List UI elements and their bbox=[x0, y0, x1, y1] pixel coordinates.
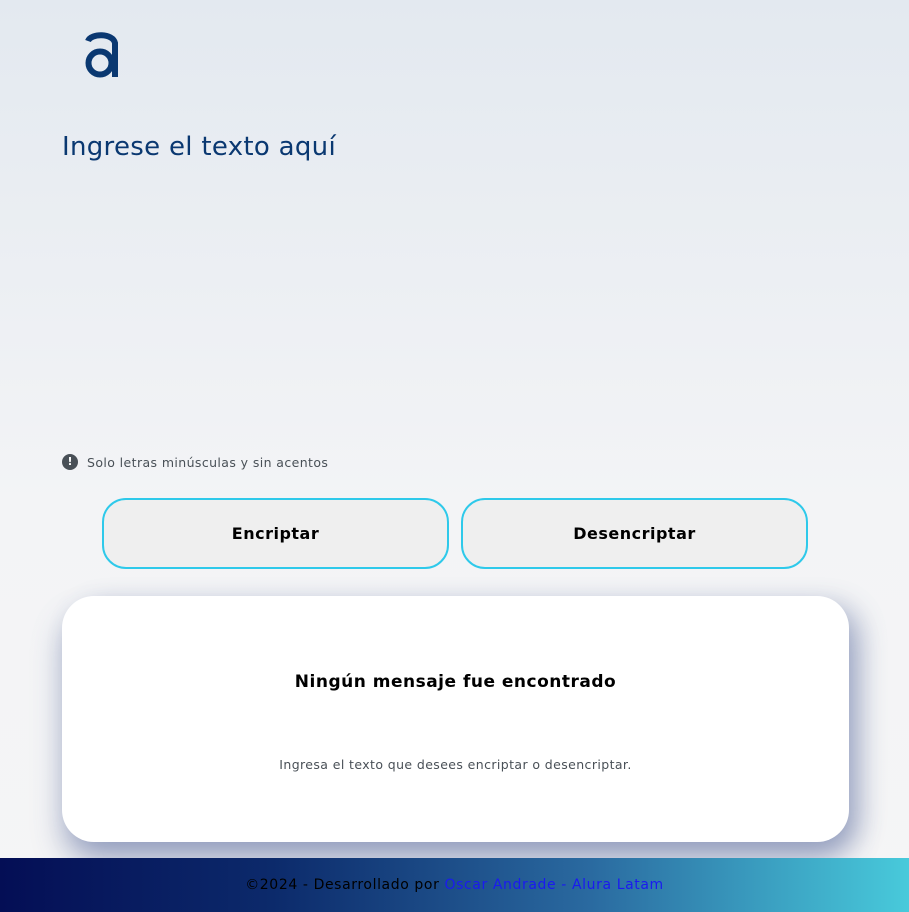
encrypt-button[interactable]: Encriptar bbox=[102, 498, 449, 569]
footer: ©2024 - Desarrollado por Oscar Andrade -… bbox=[0, 858, 909, 912]
result-title: Ningún mensaje fue encontrado bbox=[294, 672, 617, 692]
footer-author-link[interactable]: Oscar Andrade - Alura Latam bbox=[444, 877, 663, 893]
hint-text: Solo letras minúsculas y sin acentos bbox=[87, 454, 329, 470]
result-panel: Ningún mensaje fue encontrado Ingresa el… bbox=[62, 596, 849, 842]
alura-logo-icon bbox=[85, 32, 118, 78]
exclamation-circle-icon: ! bbox=[62, 454, 78, 470]
decrypt-button[interactable]: Desencriptar bbox=[461, 498, 808, 569]
footer-copyright: ©2024 - Desarrollado por bbox=[245, 877, 440, 893]
input-hint: ! Solo letras minúsculas y sin acentos bbox=[62, 454, 328, 470]
text-input[interactable] bbox=[62, 132, 842, 432]
result-description: Ingresa el texto que desees encriptar o … bbox=[279, 757, 632, 772]
